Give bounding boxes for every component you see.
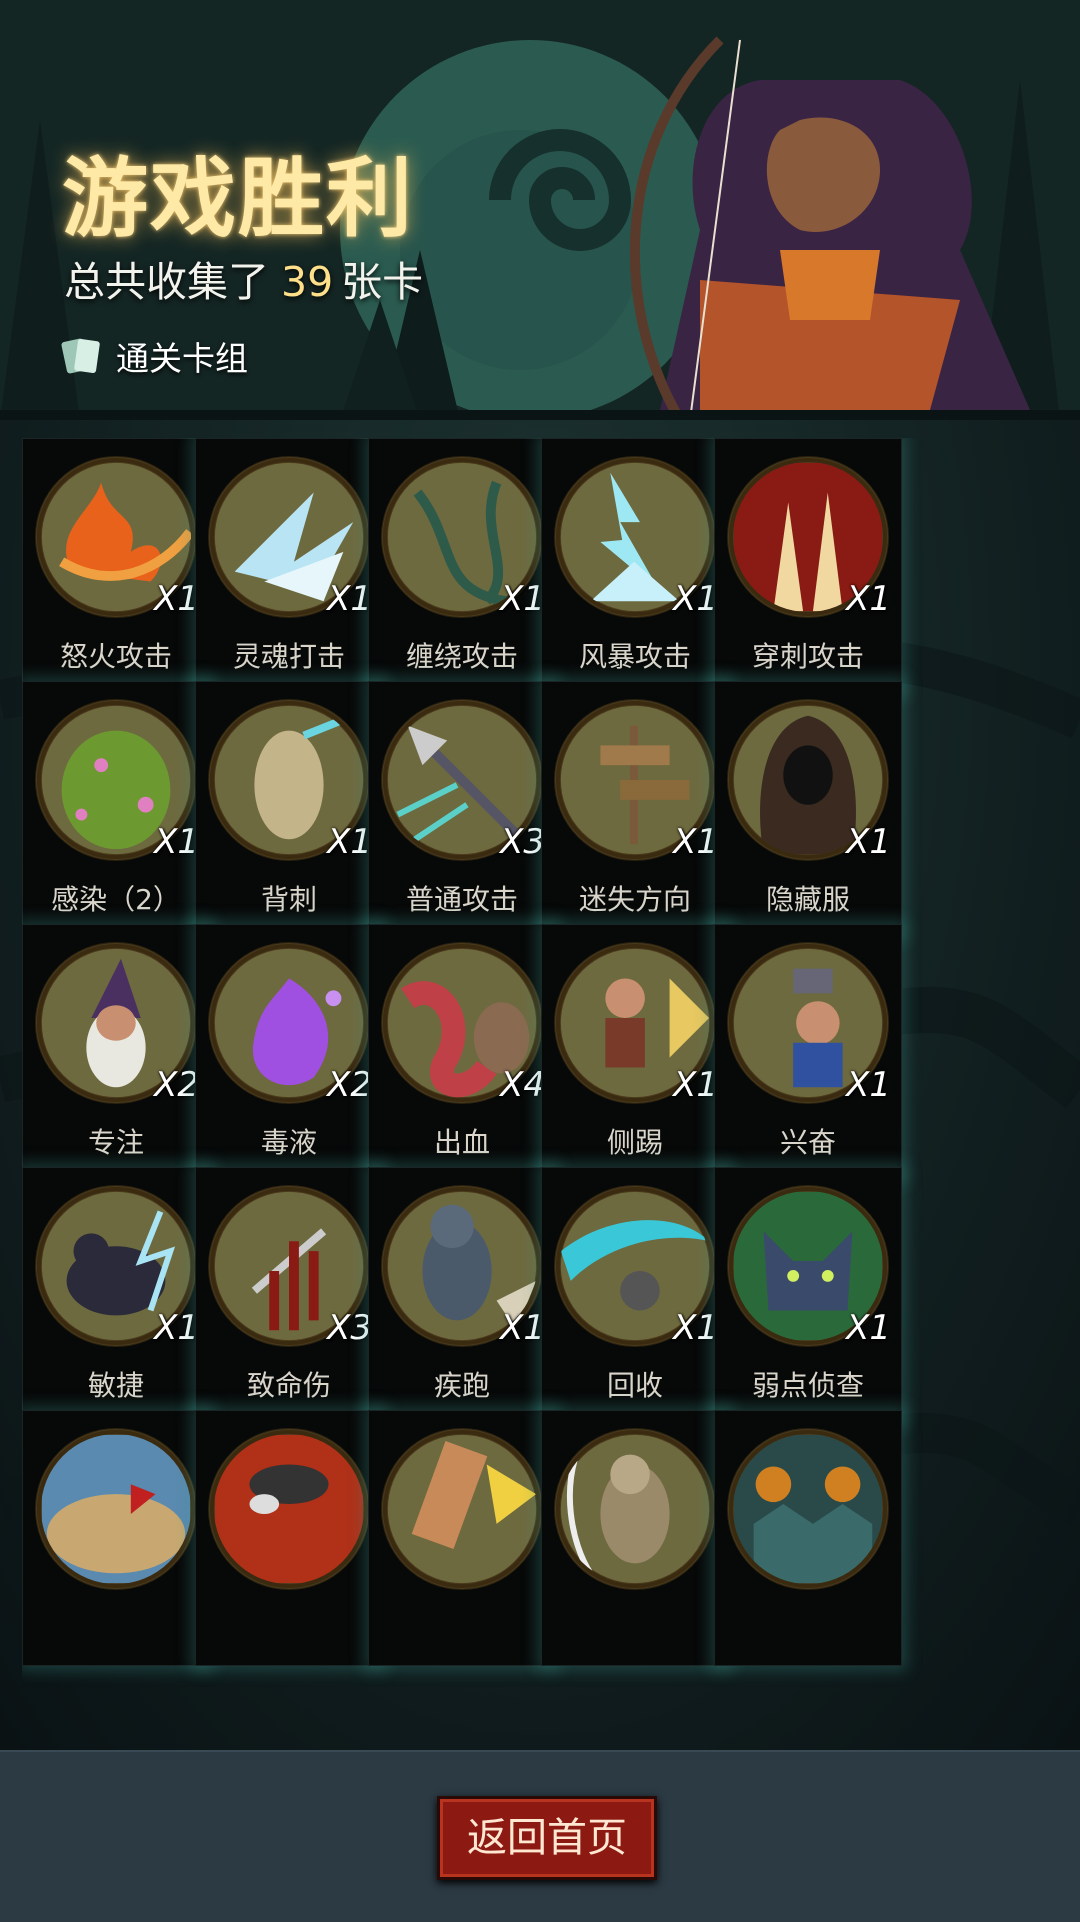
card-count: X2 [154,1065,199,1105]
card-count: X1 [327,822,372,862]
card-item[interactable]: X1 灵魂打击 [195,438,383,694]
card-count: X1 [154,1308,199,1348]
card-item[interactable] [195,1410,383,1666]
card-count: X1 [500,579,545,619]
return-home-button[interactable]: 返回首页 [437,1796,657,1880]
card-name: 隐藏服 [765,883,850,916]
card-name: 缠绕攻击 [405,640,518,673]
card-name: 敏捷 [87,1369,144,1402]
card-name: 回收 [606,1369,663,1402]
cards-icon [61,338,100,374]
card-count: X4 [500,1065,545,1105]
card-item[interactable]: X3 普通攻击 [368,681,556,937]
card-item[interactable] [22,1410,210,1666]
card-name: 出血 [433,1126,490,1159]
card-item[interactable] [541,1410,729,1666]
card-item[interactable] [368,1410,556,1666]
card-item[interactable]: X1 缠绕攻击 [368,438,556,694]
card-item[interactable]: X1 迷失方向 [541,681,729,937]
card-count: X1 [846,1065,891,1105]
card-item[interactable]: X3 致命伤 [195,1167,383,1423]
card-item[interactable] [714,1410,902,1666]
victory-title: 游戏胜利 [62,149,414,249]
card-grid[interactable]: X1 怒火攻击 X1 灵魂打击 X1 缠绕攻击 X1 风暴攻击 X1 穿刺攻击 X1 感染（2） X1 背… [22,438,1058,1750]
card-name: 侧踢 [606,1126,663,1159]
card-name: 专注 [87,1126,144,1159]
card-name: 怒火攻击 [59,640,172,673]
card-item[interactable]: X2 毒液 [195,924,383,1180]
card-item[interactable]: X1 穿刺攻击 [714,438,902,694]
card-name: 迷失方向 [578,883,691,916]
punch-fist-icon [380,1427,544,1591]
card-count: X3 [500,822,545,862]
card-item[interactable]: X1 隐藏服 [714,681,902,937]
card-count: X1 [673,1065,718,1105]
card-count: X1 [673,579,718,619]
card-item[interactable]: X1 侧踢 [541,924,729,1180]
cleared-deck-button[interactable]: 通关卡组 [60,332,248,380]
card-item[interactable]: X1 兴奋 [714,924,902,1180]
card-count: X3 [327,1308,372,1348]
card-count: X2 [327,1065,372,1105]
card-item[interactable]: X1 敏捷 [22,1167,210,1423]
collected-summary: 总共收集了 39 张卡 [64,248,423,308]
card-name: 灵魂打击 [232,640,345,673]
card-name: 兴奋 [779,1126,836,1159]
card-name: 疾跑 [433,1369,490,1402]
card-name: 弱点侦查 [751,1369,864,1402]
red-armor-icon [207,1427,371,1591]
card-count: X1 [846,579,891,619]
victory-header: 游戏胜利 总共收集了 39 张卡 通关卡组 [0,0,1080,420]
card-name: 感染（2） [51,883,181,916]
card-name: 背刺 [260,883,317,916]
card-item[interactable]: X1 疾跑 [368,1167,556,1423]
card-item[interactable]: X1 回收 [541,1167,729,1423]
sand-map-flags-icon [34,1427,198,1591]
card-count: X1 [154,579,199,619]
card-item[interactable]: X1 感染（2） [22,681,210,937]
collected-suffix: 张卡 [341,258,424,306]
card-count: X1 [673,822,718,862]
card-name: 致命伤 [246,1369,331,1402]
collected-count: 39 [281,258,334,306]
card-item[interactable]: X4 出血 [368,924,556,1180]
card-name: 穿刺攻击 [751,640,864,673]
card-name: 普通攻击 [405,883,518,916]
ghoul-icon [553,1427,717,1591]
card-item[interactable]: X1 背刺 [195,681,383,937]
collected-prefix: 总共收集了 [64,258,269,306]
card-item[interactable]: X1 弱点侦查 [714,1167,902,1423]
card-count: X1 [673,1308,718,1348]
cleared-deck-label: 通关卡组 [116,339,248,378]
bell-goblins-icon [726,1427,890,1591]
card-count: X1 [500,1308,545,1348]
card-name: 风暴攻击 [578,640,691,673]
card-item[interactable]: X2 专注 [22,924,210,1180]
card-count: X1 [846,1308,891,1348]
card-count: X1 [154,822,199,862]
card-count: X1 [846,822,891,862]
card-count: X1 [327,579,372,619]
card-item[interactable]: X1 风暴攻击 [541,438,729,694]
card-item[interactable]: X1 怒火攻击 [22,438,210,694]
card-name: 毒液 [260,1126,317,1159]
